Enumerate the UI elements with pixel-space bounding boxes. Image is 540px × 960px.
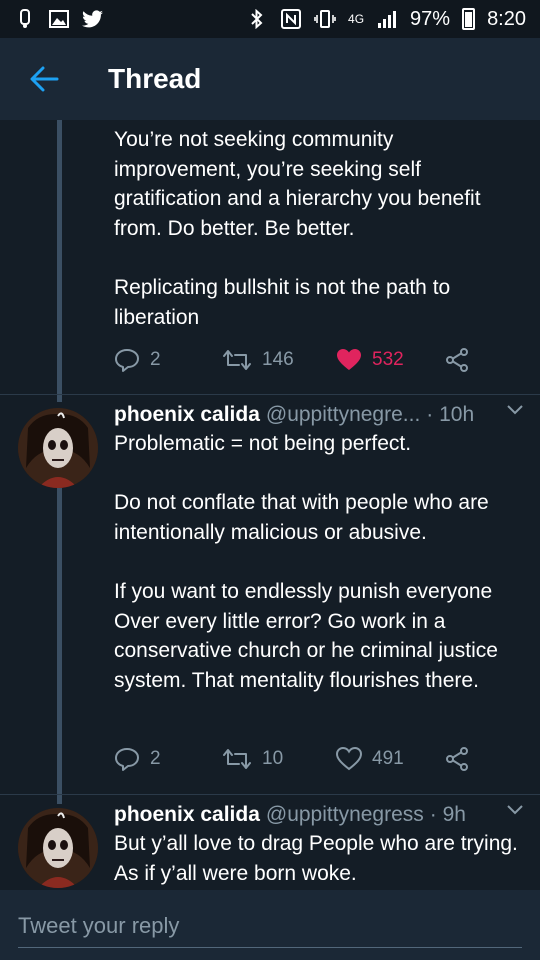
reply-icon xyxy=(115,748,139,771)
chevron-down-icon[interactable] xyxy=(506,404,524,416)
reply-bar xyxy=(0,890,540,960)
tweet[interactable]: phoenix calida @uppittynegress · 9h But … xyxy=(0,800,540,890)
like-button[interactable]: 532 xyxy=(336,348,444,372)
avatar-image xyxy=(18,408,98,488)
author-name[interactable]: phoenix calida xyxy=(114,800,260,830)
avatar[interactable] xyxy=(18,808,98,888)
like-count: 491 xyxy=(372,748,404,769)
vibrate-icon xyxy=(314,9,336,29)
author-handle[interactable]: @uppittynegre... xyxy=(266,400,420,430)
retweet-count: 10 xyxy=(262,748,284,769)
avatar-image xyxy=(18,808,98,888)
avatar[interactable] xyxy=(18,408,98,488)
like-count: 532 xyxy=(372,349,404,370)
tweet-time: · 9h xyxy=(429,803,466,826)
retweet-button[interactable]: 146 xyxy=(222,349,336,371)
app-bar: Thread xyxy=(0,38,540,120)
share-icon xyxy=(446,348,468,372)
status-bar: 4G 97% 8:20 xyxy=(0,0,540,38)
tweet-time: · 10h xyxy=(426,403,475,426)
tweet-header: phoenix calida @uppittynegre... · 10h xyxy=(114,400,534,430)
tweet-text: You’re not seeking community improvement… xyxy=(114,128,481,329)
reply-count: 2 xyxy=(150,349,161,370)
battery-percent: 97% xyxy=(410,7,451,30)
back-arrow-icon xyxy=(30,66,59,92)
tweet[interactable]: phoenix calida @uppittynegre... · 10h Pr… xyxy=(0,400,540,790)
notification-app-icon xyxy=(14,9,36,29)
tweet-divider xyxy=(0,794,540,795)
notification-icons xyxy=(14,9,104,29)
chevron-down-icon[interactable] xyxy=(506,804,524,816)
reply-icon xyxy=(115,349,139,372)
retweet-icon xyxy=(223,350,251,370)
like-button[interactable]: 491 xyxy=(336,747,444,771)
back-button[interactable] xyxy=(0,38,88,120)
clock: 8:20 xyxy=(487,7,526,30)
tweet-text: But y’all love to drag People who are tr… xyxy=(114,832,518,885)
reply-button[interactable]: 2 xyxy=(114,747,222,771)
share-button[interactable] xyxy=(444,348,470,372)
page-title: Thread xyxy=(108,63,202,94)
twitter-bird-icon xyxy=(82,9,104,29)
share-button[interactable] xyxy=(444,747,470,771)
signal-icon xyxy=(376,9,398,29)
thread-content: You’re not seeking community improvement… xyxy=(0,120,540,890)
tweet-actions: 2 146 532 xyxy=(114,345,484,375)
author-handle[interactable]: @uppittynegress xyxy=(266,800,424,830)
reply-count: 2 xyxy=(150,748,161,769)
nfc-icon xyxy=(280,9,302,29)
retweet-button[interactable]: 10 xyxy=(222,748,336,770)
share-icon xyxy=(446,747,468,771)
tweet-header: phoenix calida @uppittynegress · 9h xyxy=(114,800,534,830)
retweet-icon xyxy=(223,749,251,769)
tweet[interactable]: You’re not seeking community improvement… xyxy=(0,120,540,382)
bluetooth-icon xyxy=(246,9,268,29)
reply-button[interactable]: 2 xyxy=(114,348,222,372)
image-icon xyxy=(48,9,70,29)
tweet-divider xyxy=(0,394,540,395)
retweet-count: 146 xyxy=(262,349,294,370)
system-icons: 4G 97% 8:20 xyxy=(246,8,526,31)
heart-filled-icon xyxy=(337,349,361,370)
tweet-text: Problematic = not being perfect. Do not … xyxy=(114,432,498,692)
tweet-actions: 2 10 491 xyxy=(114,744,484,774)
heart-icon xyxy=(336,747,362,771)
author-name[interactable]: phoenix calida xyxy=(114,400,260,430)
battery-icon xyxy=(462,8,476,30)
network-type: 4G xyxy=(348,12,365,26)
reply-input[interactable] xyxy=(18,904,522,948)
